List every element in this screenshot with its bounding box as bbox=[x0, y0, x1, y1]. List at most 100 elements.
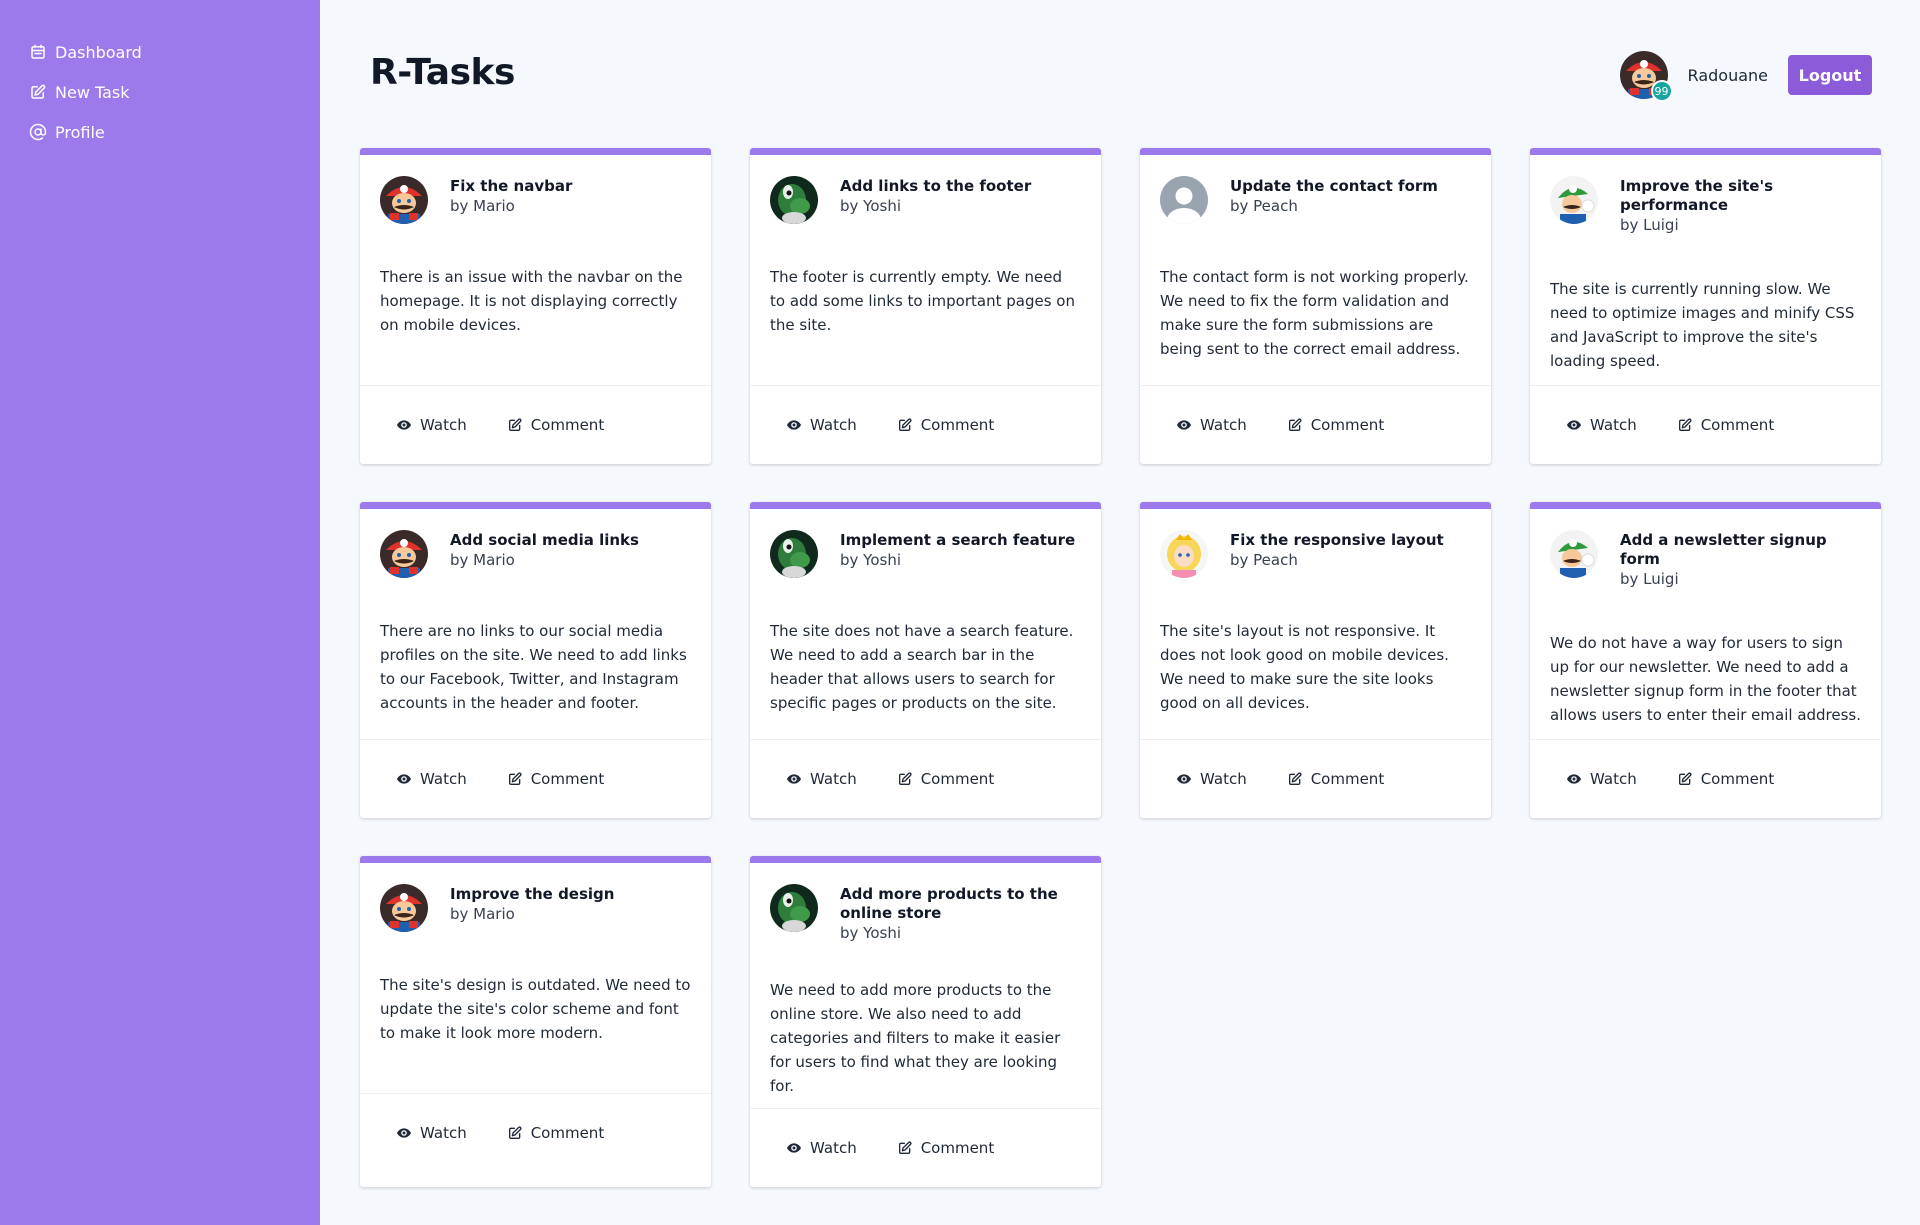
task-title: Implement a search feature bbox=[840, 531, 1076, 549]
task-card-body: Add links to the footer by Yoshi The foo… bbox=[750, 155, 1101, 385]
task-description: There is an issue with the navbar on the… bbox=[380, 268, 683, 334]
task-author: by Peach bbox=[1230, 197, 1298, 215]
task-card-body: Update the contact form by Peach The con… bbox=[1140, 155, 1491, 385]
eye-icon bbox=[787, 420, 801, 430]
task-card-header: Improve the site's performance by Luigi bbox=[1550, 176, 1861, 236]
task-card-actions: Watch Comment bbox=[360, 739, 711, 818]
task-card-header: Fix the responsive layout by Peach bbox=[1160, 530, 1471, 578]
comment-button[interactable]: Comment bbox=[507, 416, 604, 434]
task-card-heading: Add links to the footer by Yoshi bbox=[840, 176, 1031, 217]
watch-button[interactable]: Watch bbox=[1566, 770, 1637, 788]
comment-button[interactable]: Comment bbox=[897, 1139, 994, 1157]
comment-button[interactable]: Comment bbox=[1287, 416, 1384, 434]
watch-button[interactable]: Watch bbox=[396, 416, 467, 434]
page-title: R-Tasks bbox=[370, 52, 515, 93]
edit-icon bbox=[508, 772, 522, 785]
sidebar-item-label: New Task bbox=[55, 82, 130, 102]
edit-icon bbox=[898, 772, 912, 785]
eye-icon bbox=[397, 774, 411, 784]
task-card-heading: Add more products to the online store by… bbox=[840, 884, 1081, 944]
comment-label: Comment bbox=[920, 416, 995, 434]
task-card-actions: Watch Comment bbox=[1140, 385, 1491, 464]
task-card-actions: Watch Comment bbox=[360, 385, 711, 464]
luigi-avatar-icon bbox=[1550, 530, 1598, 578]
sidebar-item-profile[interactable]: Profile bbox=[0, 112, 320, 152]
logout-button[interactable]: Logout bbox=[1788, 55, 1872, 95]
eye-icon bbox=[787, 1143, 801, 1153]
task-grid: Fix the navbar by Mario There is an issu… bbox=[360, 148, 1882, 1187]
author-avatar bbox=[380, 884, 428, 932]
notification-badge: 99 bbox=[1650, 80, 1673, 102]
task-author: by Mario bbox=[450, 551, 515, 569]
watch-button[interactable]: Watch bbox=[786, 416, 857, 434]
task-card-heading: Improve the design by Mario bbox=[450, 884, 614, 925]
task-title: Update the contact form bbox=[1230, 177, 1438, 195]
author-avatar bbox=[380, 530, 428, 578]
watch-label: Watch bbox=[810, 416, 857, 434]
watch-label: Watch bbox=[1590, 770, 1637, 788]
author-avatar bbox=[1550, 530, 1598, 578]
main-content: R-Tasks 99 Radouane Logout Fix the navba… bbox=[320, 0, 1920, 1225]
task-card: Add more products to the online store by… bbox=[750, 856, 1101, 1187]
task-card-heading: Improve the site's performance by Luigi bbox=[1620, 176, 1861, 236]
task-card: Fix the navbar by Mario There is an issu… bbox=[360, 148, 711, 464]
task-card-body: Improve the design by Mario The site's d… bbox=[360, 863, 711, 1093]
task-title: Improve the site's performance bbox=[1620, 177, 1774, 214]
task-title: Add more products to the online store bbox=[840, 885, 1058, 922]
comment-label: Comment bbox=[1700, 770, 1775, 788]
watch-button[interactable]: Watch bbox=[396, 770, 467, 788]
task-description: There are no links to our social media p… bbox=[380, 622, 687, 712]
comment-button[interactable]: Comment bbox=[507, 770, 604, 788]
comment-button[interactable]: Comment bbox=[507, 1124, 604, 1142]
author-avatar bbox=[380, 176, 428, 224]
comment-label: Comment bbox=[1700, 416, 1775, 434]
comment-button[interactable]: Comment bbox=[1287, 770, 1384, 788]
task-card-actions: Watch Comment bbox=[750, 385, 1101, 464]
watch-button[interactable]: Watch bbox=[786, 1139, 857, 1157]
comment-button[interactable]: Comment bbox=[1677, 416, 1775, 434]
task-card-header: Implement a search feature by Yoshi bbox=[770, 530, 1081, 578]
watch-button[interactable]: Watch bbox=[1176, 770, 1247, 788]
task-card-actions: Watch Comment bbox=[750, 1108, 1101, 1187]
watch-button[interactable]: Watch bbox=[1566, 416, 1637, 434]
task-description: The site does not have a search feature.… bbox=[770, 622, 1074, 712]
task-card: Add social media links by Mario There ar… bbox=[360, 502, 711, 818]
task-description: We need to add more products to the onli… bbox=[770, 981, 1061, 1095]
task-title: Fix the navbar bbox=[450, 177, 573, 195]
task-description: The site's design is outdated. We need t… bbox=[380, 976, 691, 1042]
sidebar-item-new-task[interactable]: New Task bbox=[0, 72, 320, 112]
eye-icon bbox=[787, 774, 801, 784]
sidebar-item-dashboard[interactable]: Dashboard bbox=[0, 32, 320, 72]
task-card-header: Add more products to the online store by… bbox=[770, 884, 1081, 944]
yoshi-avatar-icon bbox=[770, 884, 818, 932]
watch-button[interactable]: Watch bbox=[396, 1124, 467, 1142]
yoshi-avatar-icon bbox=[770, 530, 818, 578]
author-avatar bbox=[1550, 176, 1598, 224]
comment-button[interactable]: Comment bbox=[897, 770, 994, 788]
task-card-actions: Watch Comment bbox=[360, 1093, 711, 1172]
mario-avatar-icon bbox=[380, 530, 428, 578]
watch-label: Watch bbox=[1590, 416, 1637, 434]
task-card: Add a newsletter signup form by Luigi We… bbox=[1530, 502, 1881, 818]
watch-button[interactable]: Watch bbox=[1176, 416, 1247, 434]
avatar[interactable]: 99 bbox=[1619, 51, 1673, 102]
author-avatar bbox=[770, 176, 818, 224]
default-avatar-icon bbox=[1160, 176, 1208, 224]
task-title: Improve the design bbox=[450, 885, 615, 903]
task-card: Improve the design by Mario The site's d… bbox=[360, 856, 711, 1187]
eye-icon bbox=[397, 420, 411, 430]
at-icon bbox=[29, 123, 47, 141]
edit-icon bbox=[31, 84, 46, 99]
username: Radouane bbox=[1687, 65, 1768, 85]
task-title: Add a newsletter signup form bbox=[1620, 531, 1827, 568]
calendar-icon bbox=[31, 44, 45, 59]
comment-button[interactable]: Comment bbox=[1677, 770, 1775, 788]
task-card-heading: Update the contact form by Peach bbox=[1230, 176, 1438, 217]
author-avatar bbox=[1160, 530, 1208, 578]
comment-button[interactable]: Comment bbox=[897, 416, 995, 434]
watch-button[interactable]: Watch bbox=[786, 770, 857, 788]
watch-label: Watch bbox=[1200, 416, 1247, 434]
watch-label: Watch bbox=[810, 1139, 857, 1157]
peach-avatar-icon bbox=[1160, 530, 1208, 578]
task-card-actions: Watch Comment bbox=[1140, 739, 1491, 818]
